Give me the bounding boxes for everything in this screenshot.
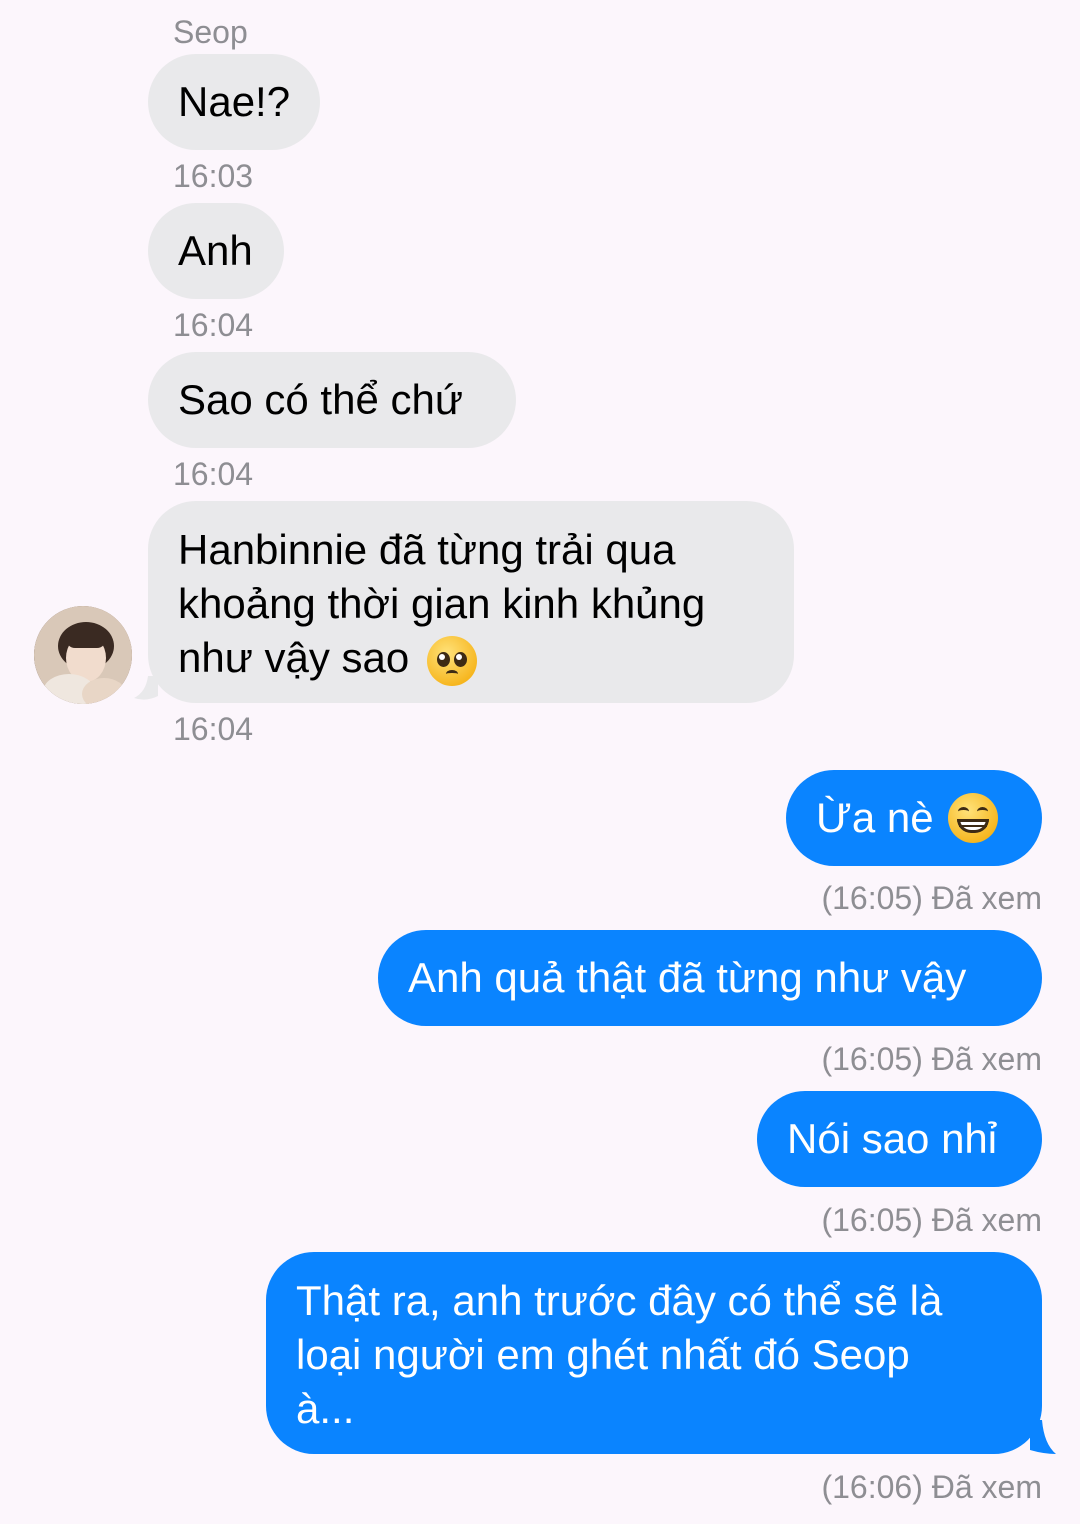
message-time: 16:04 <box>173 307 254 343</box>
message-time: 16:04 <box>173 711 254 747</box>
incoming-message[interactable]: Sao có thể chứ <box>148 352 516 448</box>
message-text: Nae!? <box>178 78 291 125</box>
message-line: à... <box>296 1385 355 1432</box>
bubble-tail <box>1030 1420 1056 1454</box>
avatar[interactable] <box>34 606 132 704</box>
incoming-message[interactable]: Anh <box>148 203 284 299</box>
message-text: Ừa nè <box>816 794 934 841</box>
message-line: Hanbinnie đã từng trải qua <box>178 526 676 573</box>
read-status: (16:05) Đã xem <box>821 880 1042 916</box>
message-line: Thật ra, anh trước đây có thể sẽ là <box>296 1277 943 1324</box>
message-time: 16:03 <box>173 158 254 194</box>
outgoing-message[interactable]: Anh quả thật đã từng như vậy <box>378 930 1042 1026</box>
grinning-face-icon <box>947 793 998 843</box>
read-status: (16:06) Đã xem <box>821 1469 1042 1505</box>
message-text: Nói sao nhỉ <box>787 1115 998 1162</box>
message-line: loại người em ghét nhất đó Seop <box>296 1331 910 1378</box>
outgoing-message[interactable]: Ừa nè <box>786 770 1042 866</box>
read-status: (16:05) Đã xem <box>821 1202 1042 1238</box>
pleading-face-icon <box>426 635 477 686</box>
outgoing-message[interactable]: Thật ra, anh trước đây có thể sẽ là loại… <box>266 1252 1042 1454</box>
outgoing-message[interactable]: Nói sao nhỉ <box>757 1091 1042 1187</box>
message-line-with-emoji: như vậy sao <box>178 631 764 686</box>
message-text: Anh <box>178 227 253 274</box>
avatar-image <box>34 606 132 704</box>
message-line: khoảng thời gian kinh khủng <box>178 580 706 627</box>
message-text: Sao có thể chứ <box>178 376 463 423</box>
read-status: (16:05) Đã xem <box>821 1041 1042 1077</box>
message-time: 16:04 <box>173 456 254 492</box>
incoming-message[interactable]: Hanbinnie đã từng trải qua khoảng thời g… <box>148 501 794 703</box>
bubble-tail <box>134 676 158 700</box>
sender-name: Seop <box>173 14 248 50</box>
incoming-message[interactable]: Nae!? <box>148 54 320 150</box>
message-text: Anh quả thật đã từng như vậy <box>408 954 967 1001</box>
